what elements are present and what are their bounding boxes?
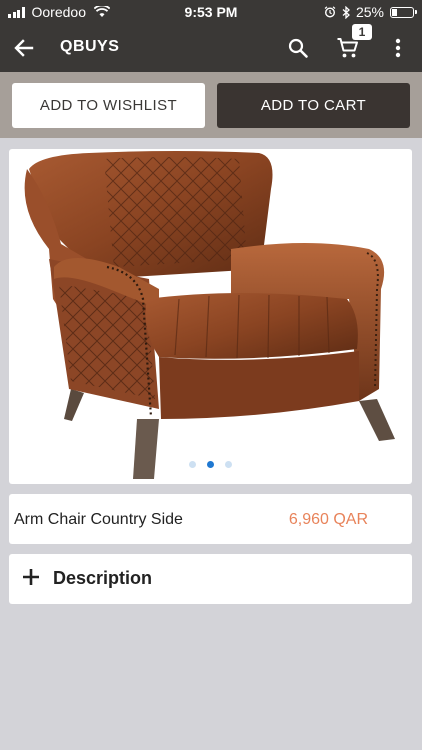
- product-image: [24, 151, 395, 479]
- add-to-cart-button[interactable]: ADD TO CART: [217, 83, 410, 128]
- expand-plus-icon[interactable]: [21, 567, 41, 587]
- app-bar: QBUYS 1: [0, 24, 422, 72]
- add-to-wishlist-button[interactable]: ADD TO WISHLIST: [12, 83, 205, 128]
- description-section[interactable]: Description: [9, 554, 412, 604]
- product-name: Arm Chair Country Side: [14, 511, 183, 528]
- status-right: 25%: [324, 4, 417, 20]
- product-price: 6,960 QAR: [288, 511, 368, 528]
- app-title: QBUYS: [60, 38, 120, 55]
- bluetooth-icon: [342, 5, 350, 19]
- carousel-dot[interactable]: [225, 461, 232, 468]
- status-bar: Ooredoo 9:53 PM 25%: [0, 0, 422, 24]
- search-icon[interactable]: [286, 36, 310, 60]
- cart-count-badge: 1: [352, 24, 372, 40]
- carousel-dot[interactable]: [207, 461, 214, 468]
- back-arrow-icon[interactable]: [12, 36, 36, 60]
- more-vertical-icon[interactable]: [386, 36, 410, 60]
- product-info-card: Arm Chair Country Side 6,960 QAR: [9, 494, 412, 544]
- description-label: Description: [53, 568, 153, 588]
- carousel-dot[interactable]: [189, 461, 196, 468]
- battery-percent: 25%: [355, 4, 384, 20]
- action-strip: ADD TO WISHLIST ADD TO CART: [0, 72, 422, 138]
- alarm-icon: [324, 6, 336, 18]
- carousel-indicator: [9, 461, 412, 468]
- battery-icon: [390, 6, 417, 18]
- product-image-carousel[interactable]: [9, 149, 412, 484]
- battery-fill: [392, 8, 397, 16]
